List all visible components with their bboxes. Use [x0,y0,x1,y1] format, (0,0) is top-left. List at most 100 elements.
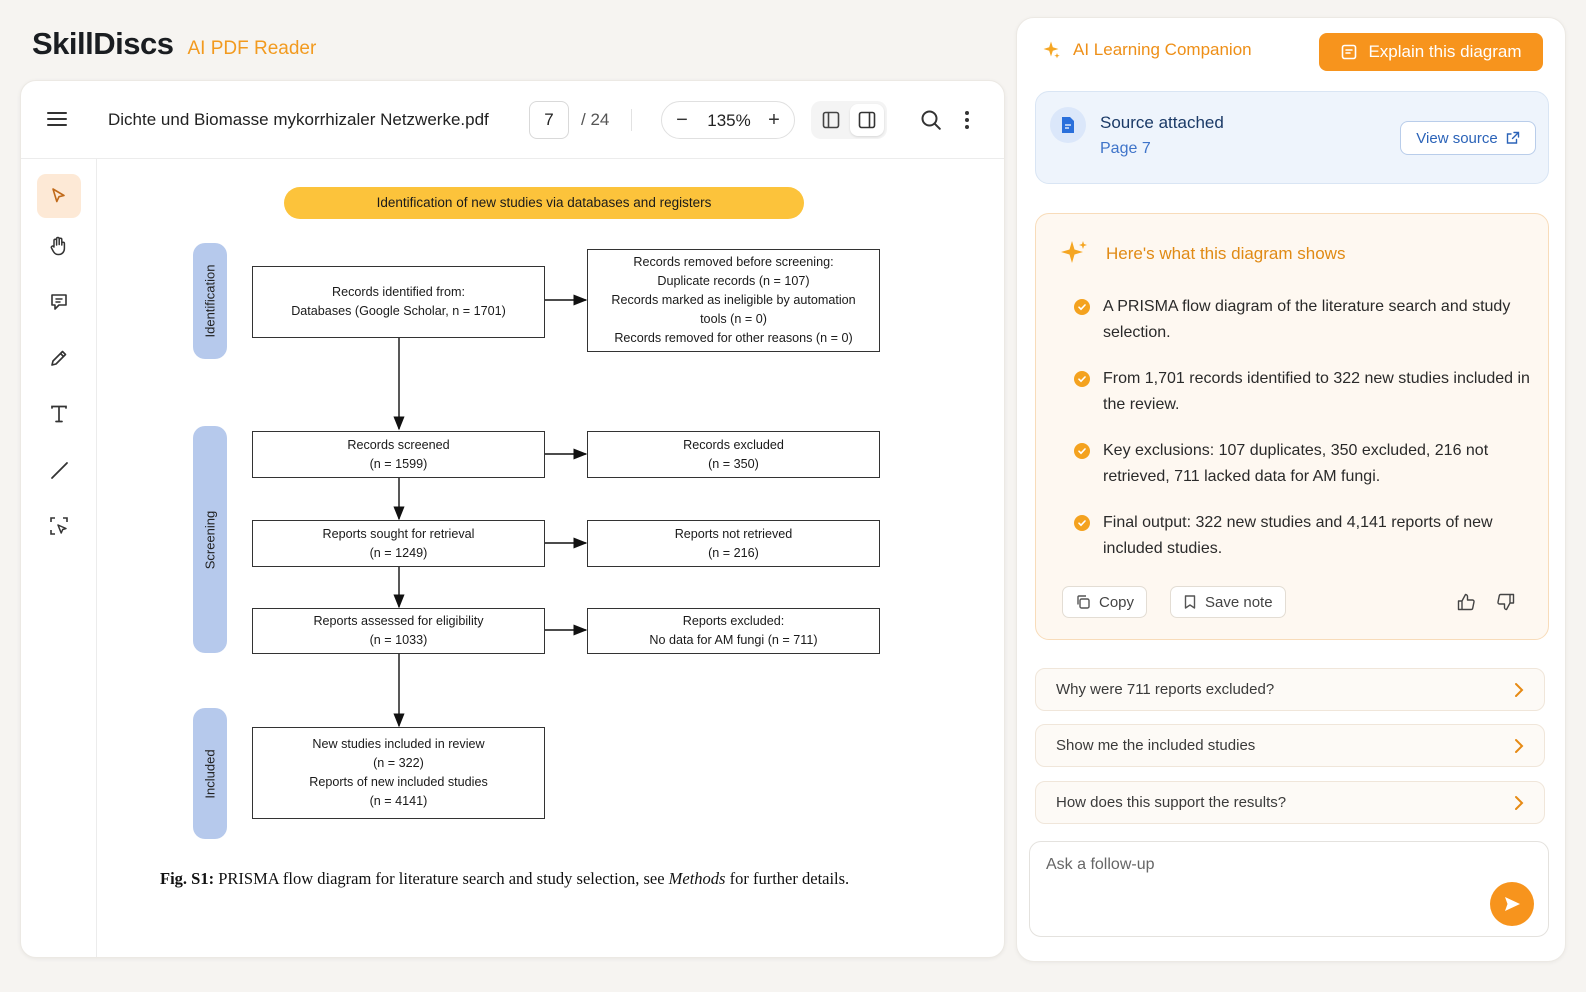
view-source-button[interactable]: View source [1400,121,1536,155]
pdf-page: Identification of new studies via databa… [97,159,1004,957]
bookmark-icon [1184,595,1196,609]
save-note-button[interactable]: Save note [1170,586,1286,618]
line-tool-icon[interactable] [37,448,81,492]
box-line: Duplicate records (n = 107) [657,274,810,288]
sparkle-icon [1043,41,1060,59]
studies-included-box: New studies included in review (n = 322)… [252,727,545,819]
answer-bullet: Final output: 322 new studies and 4,141 … [1074,510,1534,562]
sparkle-icon [1061,241,1087,263]
brand-product: AI PDF Reader [187,38,317,59]
box-line: Reports of new included studies [309,775,488,789]
viewer-toolbar: Dichte und Biomasse mykorrhizaler Netzwe… [21,81,1004,159]
page-total: / 24 [581,110,610,129]
zoom-out-button[interactable]: − [668,106,696,134]
copy-button[interactable]: Copy [1062,586,1148,618]
ai-companion-panel: AI Learning Companion Explain this diagr… [1016,17,1566,962]
explain-diagram-button[interactable]: Explain this diagram [1319,33,1543,71]
sidebar-layout-icon [822,111,840,129]
zoom-in-button[interactable]: + [760,106,788,134]
menu-icon[interactable] [43,105,71,133]
box-line: Reports excluded: [682,614,785,628]
suggestion-text: Show me the included studies [1056,737,1256,754]
box-line: Records marked as ineligible by automati… [611,293,856,307]
answer-bullet-text: From 1,701 records identified to 322 new… [1103,370,1530,413]
caption-end: for further details. [725,869,850,888]
box-line: (n = 216) [708,545,759,560]
panel-header: AI Learning Companion [1041,40,1252,60]
suggestion-chip[interactable]: How does this support the results? [1035,781,1545,824]
select-tool-icon[interactable] [37,174,81,218]
brand: SkillDiscs AI PDF Reader [32,26,316,62]
box-line: tools (n = 0) [700,312,767,326]
area-select-tool-icon[interactable] [37,504,81,548]
layout-toggle [811,101,887,139]
source-title: Source attached [1100,113,1224,132]
box-line: (n = 1599) [369,456,428,471]
chevron-right-icon [1515,683,1524,697]
annotation-toolbar [21,159,97,957]
followup-input[interactable] [1046,856,1466,874]
check-icon [1074,299,1090,315]
answer-bullets: A PRISMA flow diagram of the literature … [1074,294,1534,582]
pdf-viewer: Dichte und Biomasse mykorrhizaler Netzwe… [20,80,1005,958]
split-layout-button[interactable] [850,104,884,136]
reports-assessed-box: Reports assessed for eligibility (n = 10… [252,608,545,654]
box-line: (n = 322) [373,756,424,770]
box-line: Records removed for other reasons (n = 0… [614,331,853,345]
send-button[interactable] [1490,882,1534,926]
reports-not-retrieved-box: Reports not retrieved (n = 216) [587,520,880,567]
answer-header: Here's what this diagram shows [1058,238,1345,270]
explain-icon [1342,44,1357,60]
source-page: Page 7 [1100,140,1151,157]
box-line: Records removed before screening: [633,255,834,269]
thumbs-up-icon[interactable] [1454,590,1478,614]
copy-label: Copy [1099,593,1135,611]
thumbs-down-icon[interactable] [1494,590,1518,614]
explain-diagram-label: Explain this diagram [1368,42,1522,61]
suggestion-chip[interactable]: Show me the included studies [1035,724,1545,767]
box-line: (n = 4141) [369,794,428,808]
send-icon [1505,897,1520,911]
search-icon[interactable] [918,107,944,133]
answer-bullet-text: Final output: 322 new studies and 4,141 … [1103,514,1493,557]
page-number-input[interactable] [529,101,569,139]
reports-sought-box: Reports sought for retrieval (n = 1249) [252,520,545,567]
answer-bullet-text: A PRISMA flow diagram of the literature … [1103,298,1511,341]
source-card: Source attached Page 7 View source [1035,91,1549,184]
panel-layout-icon [858,111,876,129]
box-line: Records identified from: [332,285,465,299]
copy-icon [1077,595,1090,609]
more-options-icon[interactable] [958,107,976,133]
caption-label: Fig. S1: [160,869,215,888]
answer-bullet: Key exclusions: 107 duplicates, 350 excl… [1074,438,1534,490]
suggestion-chip[interactable]: Why were 711 reports excluded? [1035,668,1545,711]
figure-caption: Fig. S1: PRISMA flow diagram for literat… [160,869,849,889]
answer-card: Here's what this diagram shows A PRISMA … [1035,213,1549,640]
panel-title: AI Learning Companion [1073,40,1252,59]
suggestion-text: How does this support the results? [1056,794,1287,811]
pen-tool-icon[interactable] [37,336,81,380]
box-line: New studies included in review [312,737,485,751]
records-screened-box: Records screened (n = 1599) [252,431,545,478]
answer-bullet: A PRISMA flow diagram of the literature … [1074,294,1534,346]
document-filename: Dichte und Biomasse mykorrhizaler Netzwe… [108,110,489,129]
box-line: Reports sought for retrieval [322,526,475,541]
brand-name: SkillDiscs [32,26,174,61]
single-page-layout-button[interactable] [814,104,848,136]
text-tool-icon[interactable] [37,392,81,436]
answer-heading: Here's what this diagram shows [1106,244,1346,263]
box-line: No data for AM fungi (n = 711) [649,633,818,647]
chevron-right-icon [1515,796,1524,810]
zoom-control: − 135% + [661,101,795,139]
toolbar-divider [631,109,632,131]
check-icon [1074,443,1090,459]
records-excluded-box: Records excluded (n = 350) [587,431,880,478]
comment-tool-icon[interactable] [37,280,81,324]
hand-tool-icon[interactable] [37,224,81,268]
answer-bullet-text: Key exclusions: 107 duplicates, 350 excl… [1103,442,1489,485]
external-link-icon [1506,131,1519,144]
box-line: Records excluded [683,437,784,452]
box-line: Reports not retrieved [674,526,793,541]
box-line: Reports assessed for eligibility [313,614,484,628]
zoom-level: 135% [707,111,751,130]
